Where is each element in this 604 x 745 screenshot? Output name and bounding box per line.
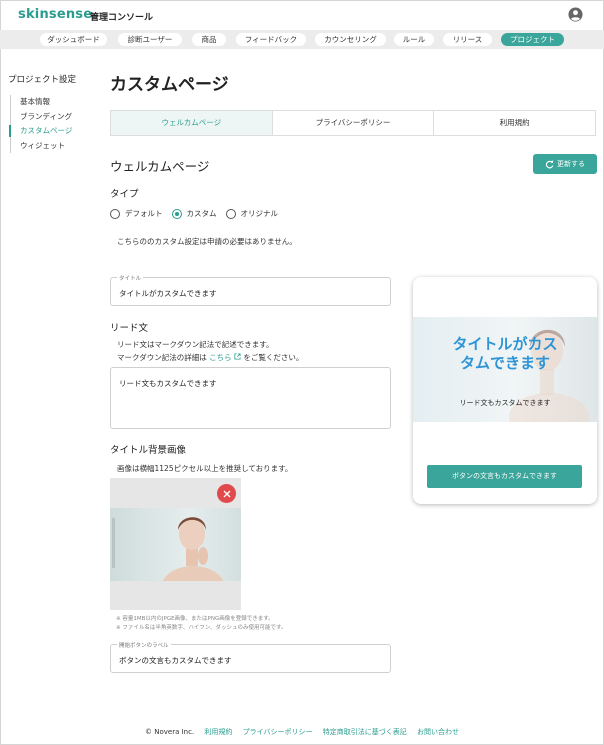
tab-privacy-policy[interactable]: プライバシーポリシー	[273, 111, 435, 135]
footer-copyright: © Novera Inc.	[145, 728, 195, 736]
radio-label: デフォルト	[125, 209, 163, 218]
preview-lead: リード文もカスタムできます	[459, 399, 551, 407]
lead-note-2-suffix: をご覧ください。	[243, 353, 304, 362]
footer-link-privacy[interactable]: プライバシーポリシー	[243, 728, 313, 736]
type-radio-group: デフォルト カスタム オリジナル	[110, 208, 287, 219]
nav-item-rules[interactable]: ルール	[394, 33, 434, 46]
radio-circle	[225, 208, 236, 219]
start-button-label-input[interactable]: 開始ボタンのラベル ボタンの文言もカスタムできます	[110, 641, 391, 673]
bg-image-hint-2: ※ ファイル名は半角英数字、ハイフン、ダッシュのみ使用可能です。	[116, 625, 287, 631]
bg-image-label: タイトル背景画像	[110, 445, 187, 456]
preview-start-button[interactable]: ボタンの文言もカスタムできます	[427, 465, 582, 488]
sidebar-title: プロジェクト設定	[8, 75, 77, 85]
radio-custom[interactable]: カスタム	[171, 208, 217, 219]
radio-original[interactable]: オリジナル	[225, 208, 279, 219]
start-button-label-value: ボタンの文言もカスタムできます	[119, 656, 232, 665]
portrait-image	[112, 517, 225, 610]
footer: © Novera Inc. 利用規約 プライバシーポリシー 特定商取引法に基づく…	[0, 727, 604, 737]
lead-textarea[interactable]: リード文もカスタムできます	[110, 367, 391, 429]
sidebar-item-custom-page[interactable]: カスタムページ	[9, 124, 80, 139]
sidebar-menu: 基本情報 ブランディング カスタムページ ウィジェット	[9, 95, 80, 154]
radio-circle	[171, 208, 182, 219]
page-title: カスタムページ	[110, 75, 229, 95]
refresh-button-label: 更新する	[557, 160, 585, 168]
title-input-value: タイトルがカスタムできます	[119, 289, 217, 298]
refresh-icon	[545, 160, 554, 168]
external-link-icon	[234, 353, 241, 360]
radio-default[interactable]: デフォルト	[110, 208, 163, 219]
type-note: こちらののカスタム設定は申請の必要はありません。	[117, 237, 297, 246]
title-input[interactable]: タイトル タイトルがカスタムできます	[110, 274, 391, 306]
sidebar-item-basic-info[interactable]: 基本情報	[11, 95, 80, 110]
section-title: ウェルカムページ	[110, 159, 210, 174]
bg-image-note: 画像は横幅1125ピクセル以上を推奨しております。	[117, 464, 293, 473]
refresh-button[interactable]: 更新する	[533, 154, 597, 174]
radio-label: カスタム	[186, 209, 217, 218]
start-button-label-legend: 開始ボタンのラベル	[117, 641, 171, 649]
sidebar-item-widget[interactable]: ウィジェット	[11, 139, 80, 154]
user-account-icon[interactable]	[568, 7, 583, 22]
close-icon	[223, 490, 230, 497]
main-nav: ダッシュボード 診断ユーザー 商品 フィードバック カウンセリング ルール リリ…	[0, 30, 604, 49]
brand-logo[interactable]: skinsense	[18, 7, 92, 22]
title-input-legend: タイトル	[117, 274, 144, 282]
type-label: タイプ	[110, 189, 139, 200]
tab-welcome-page[interactable]: ウェルカムページ	[111, 111, 273, 135]
lead-label: リード文	[110, 323, 149, 334]
radio-label: オリジナル	[240, 209, 279, 218]
footer-link-commerce-law[interactable]: 特定商取引法に基づく表記	[323, 728, 407, 736]
bg-image-hint-1: ※ 容量1MB以内のJPGE画像、またはPNG画像を登録できます。	[116, 616, 274, 622]
radio-circle	[110, 208, 120, 219]
nav-item-feedback[interactable]: フィードバック	[236, 33, 306, 46]
lead-note-2-prefix: マークダウン記法の詳細は	[117, 353, 207, 362]
footer-link-contact[interactable]: お問い合わせ	[417, 728, 459, 736]
preview-title: タイトルがカス タムできます	[452, 335, 558, 372]
page-tabs: ウェルカムページ プライバシーポリシー 利用規約	[110, 110, 596, 136]
nav-item-dashboard[interactable]: ダッシュボード	[40, 33, 107, 46]
tab-terms[interactable]: 利用規約	[434, 111, 595, 135]
bg-image-photo	[110, 508, 241, 610]
footer-link-terms[interactable]: 利用規約	[204, 728, 232, 736]
top-header: skinsense 管理コンソール	[0, 0, 604, 30]
nav-item-counseling[interactable]: カウンセリング	[315, 33, 386, 46]
markdown-help-link[interactable]: こちら	[209, 353, 232, 362]
nav-item-release[interactable]: リリース	[443, 33, 492, 46]
console-label: 管理コンソール	[90, 13, 154, 23]
welcome-page-preview: タイトルがカス タムできます リード文もカスタムできます ボタンの文言もカスタムで…	[413, 277, 597, 504]
nav-item-products[interactable]: 商品	[192, 33, 226, 46]
delete-image-button[interactable]	[217, 484, 236, 503]
lead-note-1: リード文はマークダウン記法で記述できます。	[117, 340, 274, 349]
sidebar-item-branding[interactable]: ブランディング	[11, 110, 80, 125]
lead-note-2: マークダウン記法の詳細は こちら をご覧ください。	[117, 352, 303, 363]
lead-textarea-value: リード文もカスタムできます	[119, 379, 217, 388]
nav-item-project[interactable]: プロジェクト	[501, 33, 564, 46]
nav-item-users[interactable]: 診断ユーザー	[118, 33, 182, 46]
